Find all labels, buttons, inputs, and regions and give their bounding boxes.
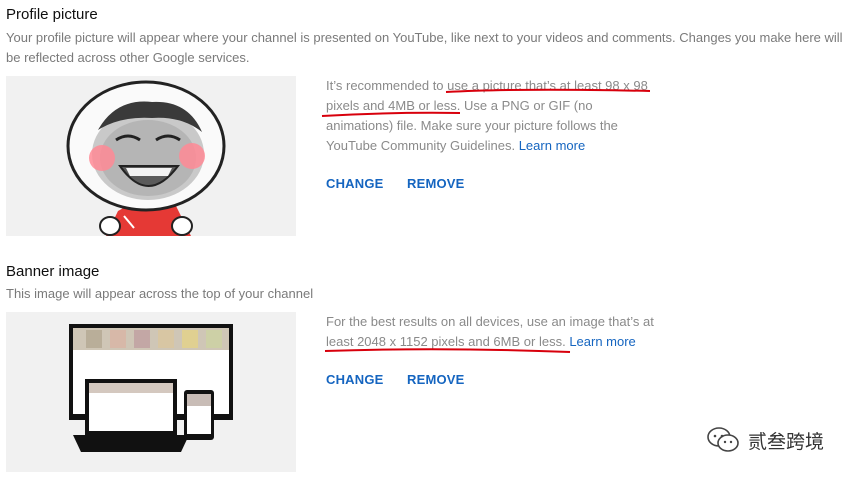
remove-profile-picture-button[interactable]: REMOVE [407, 176, 465, 191]
banner-image-description: This image will appear across the top of… [6, 286, 314, 301]
profile-picture-title: Profile picture [6, 6, 98, 23]
remove-banner-image-button[interactable]: REMOVE [407, 372, 465, 387]
profile-picture-requirements: It’s recommended to use a picture that’s… [326, 76, 656, 156]
learn-more-link[interactable]: Learn more [569, 334, 635, 349]
learn-more-link[interactable]: Learn more [519, 138, 585, 153]
requirements-highlight: least 2048 x 1152 pixels and 6MB or less [326, 334, 563, 349]
watermark: 贰叁跨境 [706, 426, 824, 454]
change-profile-picture-button[interactable]: CHANGE [326, 176, 384, 191]
wechat-icon [707, 427, 739, 452]
banner-image-requirements: For the best results on all devices, use… [326, 312, 662, 352]
banner-image-title: Banner image [6, 263, 100, 280]
profile-picture-description: Your profile picture will appear where y… [6, 30, 843, 65]
profile-picture-preview[interactable] [6, 76, 296, 236]
meme-face-image [66, 80, 226, 236]
requirements-text: It’s recommended to [326, 78, 448, 93]
requirements-text: For the best results on all devices, use… [326, 314, 654, 329]
banner-image-preview[interactable] [6, 312, 296, 472]
change-banner-image-button[interactable]: CHANGE [326, 372, 384, 387]
watermark-text: 贰叁跨境 [748, 431, 825, 453]
devices-illustration [69, 324, 233, 452]
